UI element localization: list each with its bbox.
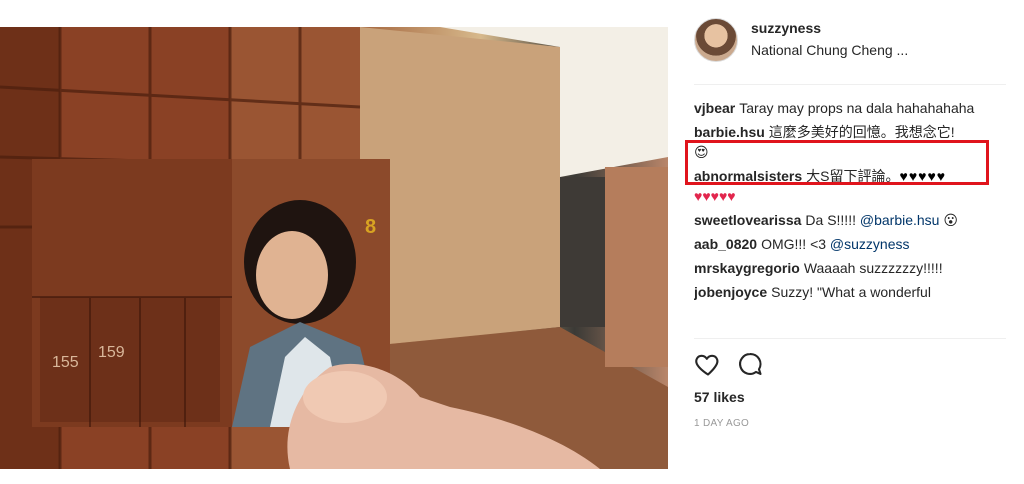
comment-text: 大S留下評論。: [806, 168, 900, 184]
post-location[interactable]: National Chung Cheng ...: [751, 42, 908, 58]
likes-count[interactable]: 57 likes: [694, 389, 745, 405]
comment-username[interactable]: aab_0820: [694, 236, 757, 252]
post-timestamp: 1 DAY AGO: [694, 418, 750, 429]
comment-username[interactable]: barbie.hsu: [694, 124, 765, 140]
comment-username[interactable]: vjbear: [694, 100, 735, 116]
locker-number: 155: [52, 354, 79, 371]
comment-item: aab_0820 OMG!!! <3 @suzzyness: [694, 234, 1006, 254]
comment-text: Da S!!!!!: [805, 212, 856, 228]
hallway-door: [560, 177, 605, 327]
comment-list[interactable]: vjbear Taray may props na dala hahahahaha…: [694, 98, 1006, 336]
post-photo[interactable]: 155 159 8: [0, 27, 668, 469]
mention-link[interactable]: @suzzyness: [830, 236, 910, 252]
post-sidebar: suzzyness National Chung Cheng ... vjbea…: [668, 0, 1024, 484]
comment-text: Suzzy! "What a wonderful: [771, 284, 931, 300]
comment-username[interactable]: jobenjoyce: [694, 284, 767, 300]
comment-text: Waaaah suzzzzzzy!!!!!: [803, 260, 943, 276]
comment-username[interactable]: mrskaygregorio: [694, 260, 800, 276]
comment-text: Taray may props na dala hahahahaha: [739, 100, 975, 116]
black-hearts-emoji: ♥♥♥♥♥: [899, 168, 947, 184]
comment-username[interactable]: sweetlovearissa: [694, 212, 801, 228]
divider: [694, 84, 1006, 85]
comment-item: jobenjoyce Suzzy! "What a wonderful: [694, 282, 1006, 302]
photo-badge: 8: [365, 216, 376, 238]
locker-number: 159: [98, 344, 125, 361]
comment-item: barbie.hsu 這麼多美好的回憶。我想念它! 😍: [694, 122, 1006, 162]
hallway-wall: [605, 167, 668, 367]
emoji-surprised: 😮: [943, 212, 958, 228]
comment-text: 這麼多美好的回憶。我想念它!: [768, 124, 955, 140]
comment-item: abnormalsisters 大S留下評論。♥♥♥♥♥ ♥♥♥♥♥: [694, 166, 1006, 206]
comment-item: vjbear Taray may props na dala hahahahaha: [694, 98, 1006, 118]
heart-outline-icon: [695, 354, 719, 376]
post-header: suzzyness National Chung Cheng ...: [694, 16, 994, 64]
avatar[interactable]: [694, 18, 738, 62]
comment-button[interactable]: [736, 350, 764, 378]
speech-bubble-icon: [739, 353, 762, 375]
comment-item: sweetlovearissa Da S!!!!! @barbie.hsu 😮: [694, 210, 1006, 230]
divider: [694, 338, 1006, 339]
comment-text: OMG!!! <3: [761, 236, 827, 252]
red-hearts-emoji: ♥♥♥♥♥: [694, 188, 736, 204]
mention-link[interactable]: @barbie.hsu: [860, 212, 940, 228]
comment-username[interactable]: abnormalsisters: [694, 168, 802, 184]
comment-item: mrskaygregorio Waaaah suzzzzzzy!!!!!: [694, 258, 1006, 278]
author-username[interactable]: suzzyness: [751, 20, 821, 36]
emoji-heart-eyes: 😍: [694, 144, 709, 160]
like-button[interactable]: [694, 350, 722, 378]
photo-scene: 155 159 8: [0, 27, 668, 469]
